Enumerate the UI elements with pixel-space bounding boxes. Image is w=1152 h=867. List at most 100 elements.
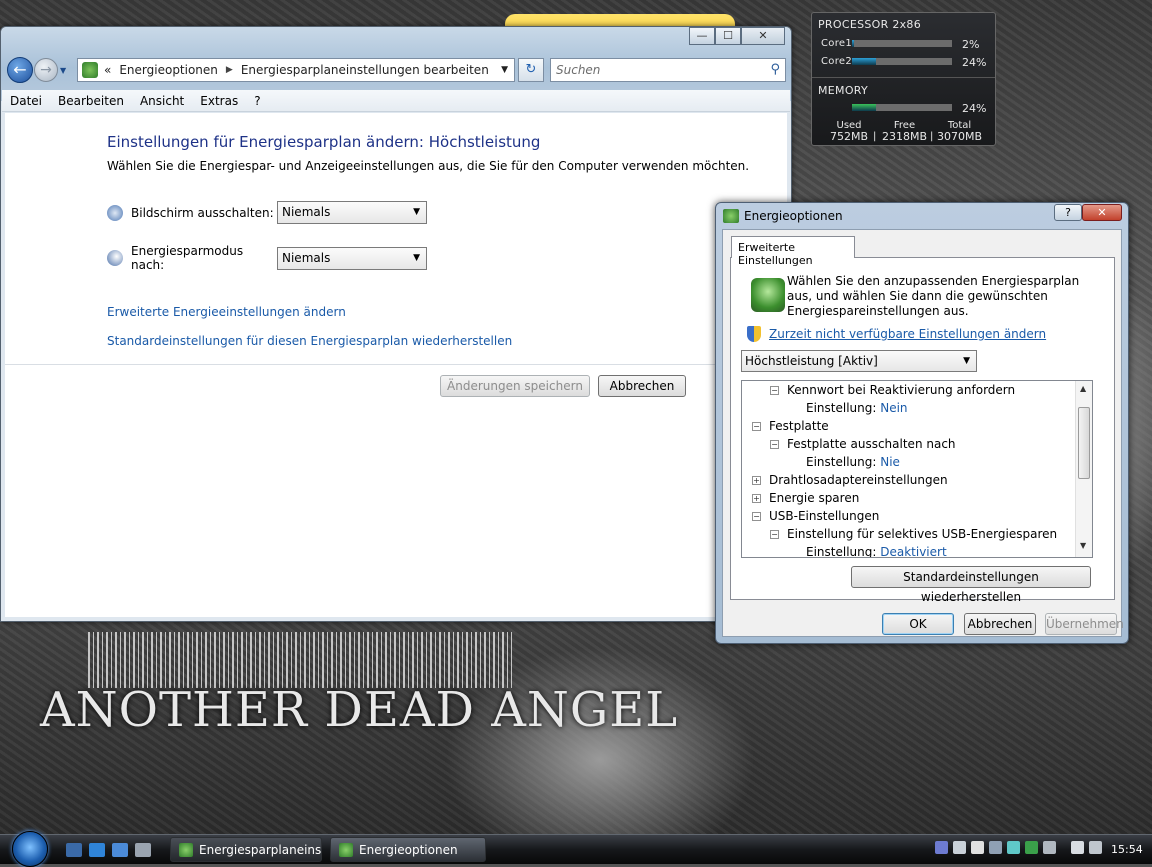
collapse-icon[interactable]: − — [770, 440, 779, 449]
refresh-icon[interactable]: ↻ — [518, 58, 544, 82]
volume-icon[interactable] — [1089, 841, 1102, 854]
setting-value-link[interactable]: Nein — [880, 401, 907, 415]
settings-tree[interactable]: − Kennwort bei Reaktivierung anfordern Ei… — [741, 380, 1093, 558]
tree-item-label: USB-Einstellungen — [769, 509, 880, 523]
help-button[interactable]: ? — [1054, 204, 1082, 221]
cancel-button[interactable]: Abbrechen — [598, 375, 686, 397]
tree-item[interactable]: − Einstellung für selektives USB-Energies… — [770, 527, 1057, 541]
search-icon[interactable]: ⚲ — [770, 62, 780, 77]
show-desktop-icon[interactable] — [66, 843, 82, 857]
tree-item[interactable]: − Festplatte ausschalten nach — [770, 437, 956, 451]
scroll-thumb[interactable] — [1078, 407, 1090, 479]
scroll-up-icon[interactable]: ▲ — [1080, 384, 1086, 393]
collapse-icon[interactable]: − — [770, 386, 779, 395]
caption-buttons: — ☐ ✕ — [689, 27, 785, 45]
separator: | — [930, 131, 934, 142]
sleep-row: Energiesparmodus nach: Niemals ▼ — [107, 244, 427, 272]
forward-arrow-icon[interactable]: → — [34, 58, 58, 82]
menu-help[interactable]: ? — [246, 94, 268, 108]
tree-item[interactable]: − Festplatte — [752, 419, 829, 433]
close-button[interactable]: ✕ — [741, 27, 785, 45]
back-arrow-icon[interactable]: ← — [7, 57, 33, 83]
breadcrumb-item[interactable]: Energiesparplaneinstellungen bearbeiten — [241, 63, 489, 77]
address-bar[interactable]: « Energieoptionen ▶ Energiesparplaneinst… — [77, 58, 515, 82]
tree-scrollbar[interactable]: ▲ ▼ — [1075, 381, 1092, 557]
apply-button[interactable]: Übernehmen — [1045, 613, 1124, 635]
display-off-select[interactable]: Niemals ▼ — [277, 201, 427, 224]
restore-defaults-link[interactable]: Standardeinstellungen für diesen Energie… — [107, 334, 512, 348]
tree-item[interactable]: + Energie sparen — [752, 491, 859, 505]
collapse-icon[interactable]: − — [752, 512, 761, 521]
switch-windows-icon[interactable] — [89, 843, 105, 857]
cancel-button[interactable]: Abbrechen — [964, 613, 1036, 635]
save-changes-button[interactable]: Änderungen speichern — [440, 375, 590, 397]
memory-used: Used 752MB — [830, 120, 868, 142]
scroll-down-icon[interactable]: ▼ — [1080, 541, 1086, 550]
collapse-icon[interactable]: − — [752, 422, 761, 431]
expand-icon[interactable]: + — [752, 476, 761, 485]
taskbar-item-explorer[interactable]: Energiesparplaneins... — [170, 837, 322, 862]
tree-item[interactable]: − Kennwort bei Reaktivierung anfordern — [770, 383, 1015, 397]
clock[interactable]: 15:54 — [1111, 843, 1143, 856]
collapse-icon[interactable]: − — [770, 530, 779, 539]
core2-label: Core2 — [821, 56, 853, 67]
taskbar-item-dialog[interactable]: Energieoptionen — [330, 837, 486, 862]
battery-icon — [751, 278, 785, 312]
core1-bar-fill — [852, 40, 854, 47]
tree-item[interactable]: − USB-Einstellungen — [752, 509, 879, 523]
network-icon[interactable] — [1071, 841, 1084, 854]
wallpaper-text: ANOTHER DEAD ANGEL — [40, 682, 679, 738]
tab-advanced-settings[interactable]: Erweiterte Einstellungen — [731, 236, 855, 267]
tree-item-label: Festplatte — [769, 419, 829, 433]
dialog-prompt: Wählen Sie den anzupassenden Energiespar… — [787, 274, 1080, 318]
restore-defaults-button[interactable]: Standardeinstellungen wiederherstellen — [851, 566, 1091, 604]
chevron-down-icon: ▼ — [963, 356, 970, 366]
sleep-select[interactable]: Niemals ▼ — [277, 246, 427, 270]
wallpaper-barcode — [88, 632, 512, 688]
menu-bar: Datei Bearbeiten Ansicht Extras ? — [2, 90, 790, 112]
tray-app-icon[interactable] — [1007, 841, 1020, 854]
tray-app-icon[interactable] — [1025, 841, 1038, 854]
tree-item[interactable]: + Drahtlosadaptereinstellungen — [752, 473, 948, 487]
tray-app-icon[interactable] — [971, 841, 984, 854]
maximize-button[interactable]: ☐ — [715, 27, 741, 45]
menu-datei[interactable]: Datei — [2, 94, 50, 108]
tray-app-icon[interactable] — [953, 841, 966, 854]
address-dropdown-icon[interactable]: ▼ — [501, 65, 508, 75]
unavailable-settings-link[interactable]: Zurzeit nicht verfügbare Einstellungen ä… — [769, 327, 1046, 341]
advanced-settings-link[interactable]: Erweiterte Energieeinstellungen ändern — [107, 305, 346, 319]
dialog-body: Erweiterte Einstellungen Wählen Sie den … — [722, 229, 1124, 637]
display-off-value: Niemals — [282, 205, 331, 219]
breadcrumb-item[interactable]: Energieoptionen — [119, 63, 218, 77]
tree-item-label: Energie sparen — [769, 491, 860, 505]
tree-item[interactable]: Einstellung: Deaktiviert — [806, 545, 947, 558]
breadcrumb-chevron-icon[interactable]: ▶ — [226, 65, 233, 75]
recent-pages-dropdown-icon[interactable]: ▼ — [60, 66, 70, 75]
close-button[interactable]: ✕ — [1082, 204, 1122, 221]
breadcrumb-overflow-icon[interactable]: « — [104, 63, 111, 77]
start-button[interactable] — [12, 831, 48, 867]
minimize-button[interactable]: — — [689, 27, 715, 45]
tree-item-label: Einstellung: — [806, 545, 877, 558]
tree-item[interactable]: Einstellung: Nie — [806, 455, 900, 469]
display-off-row: Bildschirm ausschalten: Niemals ▼ — [107, 201, 427, 224]
plan-select[interactable]: Höchstleistung [Aktiv] ▼ — [741, 350, 977, 372]
menu-bearbeiten[interactable]: Bearbeiten — [50, 94, 132, 108]
menu-extras[interactable]: Extras — [192, 94, 246, 108]
quicklaunch-app-icon[interactable] — [135, 843, 151, 857]
tray-app-icon[interactable] — [1043, 841, 1056, 854]
system-tray — [935, 841, 1107, 854]
ok-button[interactable]: OK — [882, 613, 954, 635]
menu-ansicht[interactable]: Ansicht — [132, 94, 192, 108]
core2-percent: 24% — [962, 56, 987, 69]
expand-icon[interactable]: + — [752, 494, 761, 503]
setting-value-link[interactable]: Deaktiviert — [880, 545, 946, 557]
setting-value-link[interactable]: Nie — [880, 455, 900, 469]
tray-gear-icon[interactable] — [989, 841, 1002, 854]
memory-total: Total 3070MB — [937, 120, 982, 142]
search-input[interactable]: Suchen ⚲ — [550, 58, 786, 82]
power-options-icon — [723, 209, 739, 223]
computer-icon[interactable] — [112, 843, 128, 857]
tree-item[interactable]: Einstellung: Nein — [806, 401, 908, 415]
tray-app-icon[interactable] — [935, 841, 948, 854]
